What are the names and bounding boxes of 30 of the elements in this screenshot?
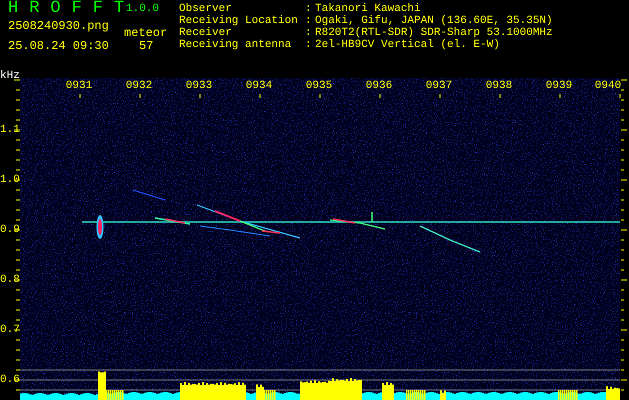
meteor-label: meteor [124,26,168,40]
x-axis-label: 0931 [64,80,94,92]
info-value: R820T2(RTL-SDR) SDR-Sharp 53.1000MHz [315,27,553,39]
x-axis-label: 0938 [484,80,514,92]
axis-unit-label: kHz [0,70,20,82]
info-value: Takanori Kawachi [315,3,421,15]
info-value: Ogaki, Gifu, JAPAN (136.60E, 35.35N) [315,15,553,27]
info-label: Observer [179,3,233,15]
info-label: Receiving antenna [179,39,292,51]
meteor-count: 57 [139,39,154,53]
y-axis-label: 1.1 [0,124,20,136]
y-axis-label: 0.9 [0,224,20,236]
separator: : [305,3,313,15]
x-axis-label: 0936 [364,80,394,92]
x-axis-label: 0933 [184,80,214,92]
version-label: 1.0.0 [126,3,160,15]
info-value: 2el-HB9CV Vertical (el. E-W) [315,39,500,51]
x-axis-label: 0940 [594,80,622,92]
info-label: Receiving Location [179,15,299,27]
separator: : [305,27,313,39]
info-label: Receiver [179,27,233,39]
y-axis-label: 0.7 [0,324,20,336]
separator: : [305,15,313,27]
x-axis-label: 0939 [544,80,574,92]
filename-label: 2508240930.png [8,19,109,33]
x-axis-label: 0937 [424,80,454,92]
separator: : [305,39,313,51]
x-axis-label: 0934 [244,80,274,92]
x-axis-label: 0932 [124,80,154,92]
timestamp-label: 25.08.24 09:30 [8,39,109,53]
